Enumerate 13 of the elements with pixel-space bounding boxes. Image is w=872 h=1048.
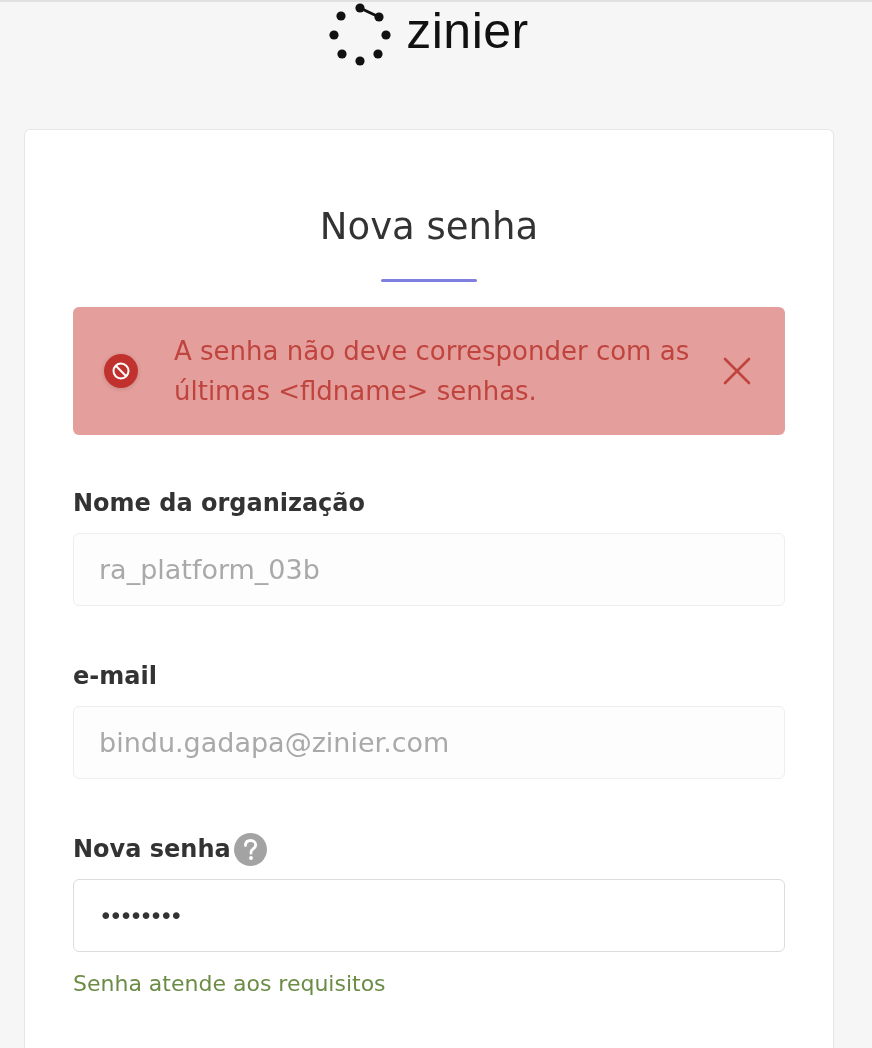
- page-title: Nova senha: [318, 204, 540, 250]
- password-field[interactable]: ••••••••: [73, 879, 785, 952]
- ban-icon: [104, 354, 138, 388]
- dots-ring-icon: [329, 2, 392, 66]
- alert-message: A senha não deve corresponder com as últimas <fldname> senhas.: [174, 335, 691, 408]
- hint-text: Senha atende aos requisitos: [73, 970, 387, 998]
- close-button[interactable]: [722, 356, 752, 386]
- logo-text: zinier: [406, 3, 529, 59]
- help-icon[interactable]: [233, 832, 267, 866]
- field-label: Nova senha: [73, 834, 231, 865]
- field-label: e-mail: [73, 661, 157, 692]
- close-icon: [723, 357, 751, 385]
- field-label: Nome da organização: [73, 488, 366, 519]
